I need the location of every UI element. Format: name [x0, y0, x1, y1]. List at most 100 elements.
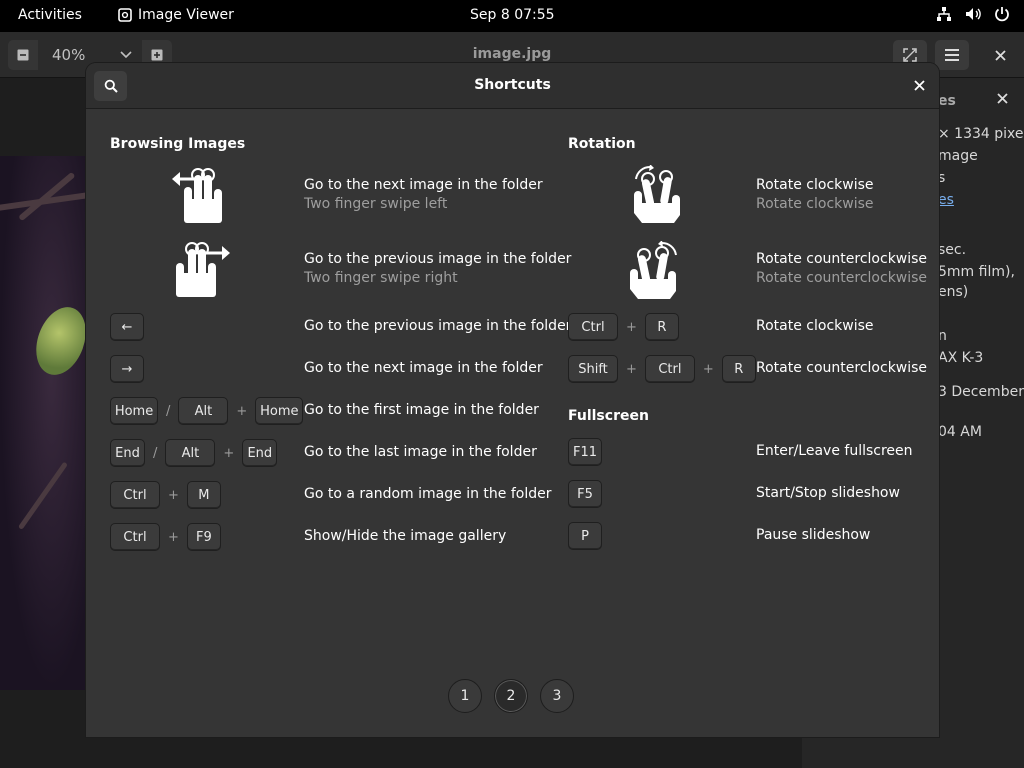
shortcut-description: Rotate clockwise [756, 318, 874, 334]
window-close-button[interactable] [983, 40, 1017, 70]
key-cap: Alt [165, 439, 216, 467]
key-cap: Home [110, 397, 158, 425]
gesture-description: Go to the next image in the folder [304, 177, 543, 193]
key-cap: F9 [186, 523, 221, 551]
shortcut-keys: Ctrl + F9 [110, 523, 221, 551]
dialog-close-button[interactable] [914, 76, 925, 95]
page-button-2[interactable]: 2 [494, 679, 528, 713]
close-icon [997, 93, 1008, 104]
key-cap: End [110, 439, 145, 467]
gesture-hint: Rotate clockwise [756, 196, 874, 212]
page-button-3[interactable]: 3 [540, 679, 574, 713]
key-separator: + [626, 361, 637, 377]
dialog-title: Shortcuts [474, 77, 551, 93]
key-separator: + [626, 319, 637, 335]
swipe-right-icon [176, 242, 230, 297]
key-cap: → [110, 355, 144, 383]
properties-heading: es [938, 93, 956, 109]
property-value: s [938, 170, 946, 186]
main-menu-button[interactable] [935, 40, 969, 70]
property-value: 04 AM [938, 424, 982, 440]
app-menu[interactable]: Image Viewer [118, 7, 234, 23]
gesture-description: Rotate counterclockwise [756, 251, 928, 267]
shortcuts-dialog: Shortcuts Browsing Images Go to the next… [86, 63, 939, 737]
key-separator: + [168, 487, 179, 503]
shortcut-description: Pause slideshow [756, 527, 871, 543]
shortcut-description: Go to the first image in the folder [304, 402, 539, 418]
shortcut-keys: Ctrl + R [568, 313, 679, 341]
shortcut-keys: Ctrl + M [110, 481, 221, 509]
dialog-header: Shortcuts [86, 63, 939, 109]
shortcut-keys: Home / Alt + Home [110, 397, 304, 425]
section-heading-fullscreen: Fullscreen [568, 408, 649, 424]
hamburger-menu-icon [945, 49, 959, 61]
activities-button[interactable]: Activities [18, 7, 82, 23]
shortcut-description: Go to a random image in the folder [304, 486, 552, 502]
shortcut-description: Go to the last image in the folder [304, 444, 537, 460]
key-cap: Ctrl [110, 481, 160, 509]
rotate-clockwise-gesture-icon [634, 165, 680, 223]
property-value: mage [938, 148, 978, 164]
power-icon [995, 7, 1009, 22]
key-cap: Ctrl [110, 523, 160, 551]
property-value: sec. [938, 242, 967, 258]
shortcut-description: Rotate counterclockwise [756, 360, 928, 376]
shortcut-description: Show/Hide the image gallery [304, 528, 507, 544]
property-value: AX K-3 [938, 350, 984, 366]
swipe-left-icon [172, 168, 222, 223]
shortcut-description: Go to the next image in the folder [304, 360, 543, 376]
key-cap: F5 [568, 480, 602, 508]
property-value: ens) [938, 284, 969, 300]
property-value: 3 December [938, 384, 1024, 400]
key-separator: / [166, 403, 171, 419]
properties-close-button[interactable] [997, 92, 1008, 108]
app-name: Image Viewer [138, 7, 234, 23]
image-canvas[interactable] [0, 156, 86, 690]
shortcut-keys: Shift + Ctrl + R [568, 355, 756, 383]
key-cap: R [644, 313, 679, 341]
key-separator: / [153, 445, 158, 461]
top-bar: Activities Image Viewer Sep 8 07:55 [0, 0, 1024, 32]
image-viewer-icon [118, 8, 132, 22]
key-separator: + [236, 403, 248, 419]
key-cap: P [568, 522, 602, 550]
shortcut-keys: F11 [568, 438, 602, 466]
gesture-hint: Two finger swipe left [304, 196, 448, 212]
page-button-1[interactable]: 1 [448, 679, 482, 713]
key-cap: Ctrl [568, 313, 618, 341]
section-heading-browsing: Browsing Images [110, 136, 246, 152]
key-cap: M [186, 481, 221, 509]
key-cap: R [721, 355, 756, 383]
shortcut-keys: F5 [568, 480, 602, 508]
system-tray[interactable] [936, 6, 1010, 22]
key-separator: + [223, 445, 235, 461]
page-switcher: 1 2 3 [448, 679, 574, 713]
gesture-description: Rotate clockwise [756, 177, 874, 193]
shortcut-keys: ← [110, 313, 144, 341]
key-cap: Home [255, 397, 304, 425]
shortcut-keys: → [110, 355, 144, 383]
key-separator: + [702, 361, 714, 377]
property-link[interactable]: es [938, 192, 954, 208]
property-value: 5mm film), [938, 264, 1015, 280]
key-cap: End [242, 439, 278, 467]
network-icon [937, 7, 951, 21]
photo-branch [17, 461, 68, 530]
close-icon [994, 49, 1006, 61]
key-cap: Alt [178, 397, 229, 425]
key-cap: ← [110, 313, 144, 341]
shortcut-description: Start/Stop slideshow [756, 485, 900, 501]
property-value: × 1334 pixels [938, 126, 1024, 142]
property-value: n [938, 328, 947, 344]
key-separator: + [168, 529, 179, 545]
gesture-hint: Two finger swipe right [304, 270, 458, 286]
key-cap: Ctrl [644, 355, 695, 383]
close-icon [914, 80, 925, 91]
window-title: image.jpg [472, 46, 552, 62]
key-cap: F11 [568, 438, 602, 466]
key-cap: Shift [568, 355, 618, 383]
fullscreen-icon [903, 48, 917, 62]
section-heading-rotation: Rotation [568, 136, 636, 152]
shortcut-keys: End / Alt + End [110, 439, 278, 467]
clock[interactable]: Sep 8 07:55 [470, 7, 555, 23]
